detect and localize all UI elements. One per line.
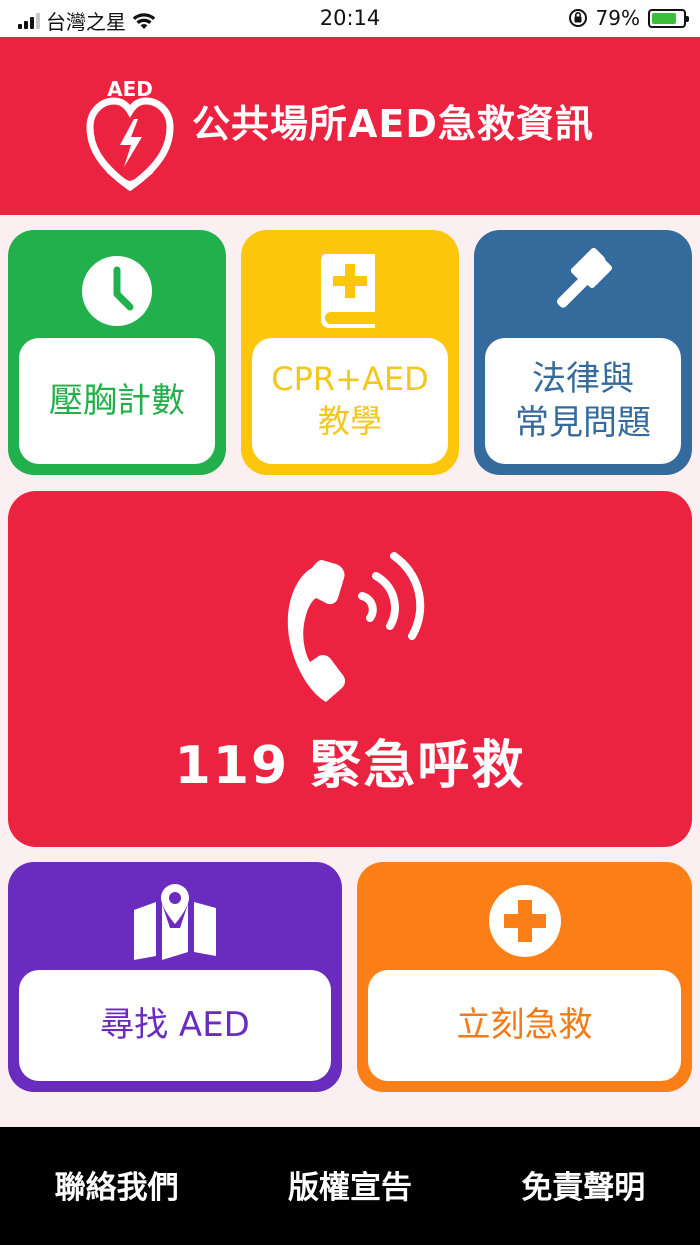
law-faq-button[interactable]: 法律與 常見問題 [474, 230, 692, 475]
find-aed-label: 尋找 AED [100, 1005, 250, 1046]
medical-book-icon [320, 254, 375, 328]
contact-us-link[interactable]: 聯絡我們 [0, 1162, 233, 1211]
find-aed-label-box: 尋找 AED [19, 970, 331, 1081]
battery-icon [648, 8, 689, 28]
copyright-notice-link[interactable]: 版權宣告 [233, 1162, 466, 1211]
battery-percent: 79% [595, 6, 640, 30]
cpr-aed-teaching-button[interactable]: CPR+AED 教學 [241, 230, 459, 475]
svg-text:AED: AED [107, 77, 153, 101]
emergency-call-label: 119 緊急呼救 [174, 736, 526, 796]
find-aed-button[interactable]: 尋找 AED [8, 862, 342, 1092]
footer-nav: 聯絡我們 版權宣告 免責聲明 [0, 1127, 700, 1245]
clock-icon [82, 256, 152, 326]
first-aid-now-label: 立刻急救 [456, 1005, 593, 1046]
app-screen: 台灣之星 20:14 79% AED 公共場所AED急救資訊 壓胸計數 CPR+… [0, 0, 700, 1245]
emergency-call-119-button[interactable]: 119 緊急呼救 [8, 491, 692, 847]
law-faq-label: 法律與 常見問題 [515, 358, 651, 443]
cpr-aed-teaching-label: CPR+AED 教學 [271, 360, 429, 440]
aed-heart-logo-icon: AED [86, 77, 174, 192]
phone-call-icon [287, 552, 425, 702]
first-aid-now-button[interactable]: 立刻急救 [357, 862, 692, 1092]
cpr-aed-teaching-label-box: CPR+AED 教學 [252, 338, 448, 464]
law-faq-label-box: 法律與 常見問題 [485, 338, 681, 464]
compression-count-label-box: 壓胸計數 [19, 338, 215, 464]
disclaimer-link[interactable]: 免責聲明 [467, 1162, 700, 1211]
app-title: 公共場所AED急救資訊 [192, 102, 594, 146]
status-bar: 台灣之星 20:14 79% [0, 0, 700, 37]
plus-circle-icon [488, 885, 561, 957]
map-pin-icon [134, 884, 216, 960]
compression-count-button[interactable]: 壓胸計數 [8, 230, 226, 475]
gavel-icon [556, 247, 613, 308]
battery-fill [652, 12, 676, 24]
app-header: AED 公共場所AED急救資訊 [0, 37, 700, 215]
compression-count-label: 壓胸計數 [49, 380, 185, 421]
first-aid-now-label-box: 立刻急救 [368, 970, 681, 1081]
rotation-lock-icon [568, 9, 587, 27]
